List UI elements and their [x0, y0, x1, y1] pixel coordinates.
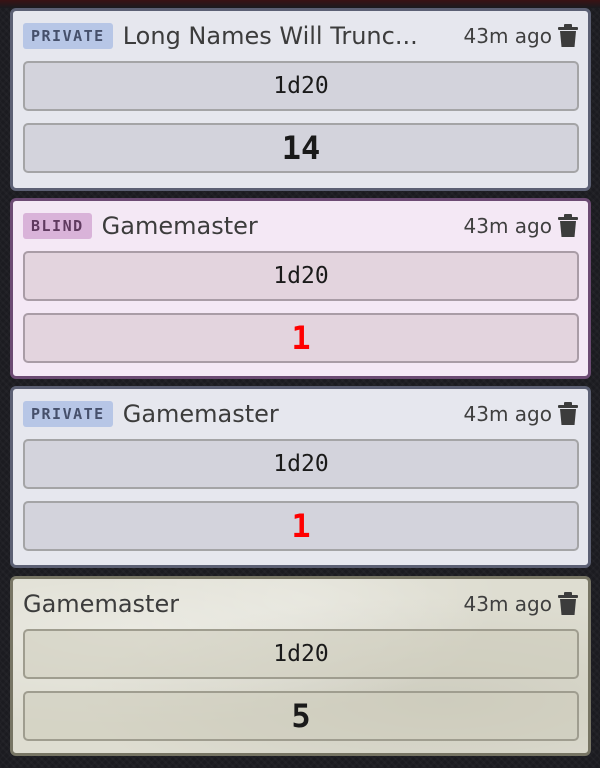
message-metadata: 43m ago	[464, 11, 578, 61]
dice-formula-text: 1d20	[273, 451, 329, 477]
dice-total-value: 14	[281, 129, 321, 167]
message-metadata: 43m ago	[464, 389, 578, 439]
dice-total[interactable]: 14	[23, 123, 579, 173]
dice-total[interactable]: 1	[23, 501, 579, 551]
dice-formula-text: 1d20	[273, 73, 329, 99]
message-timestamp: 43m ago	[463, 24, 552, 48]
dice-formula-text: 1d20	[273, 263, 329, 289]
dice-formula[interactable]: 1d20	[23, 629, 579, 679]
dice-total-value: 1	[291, 507, 311, 545]
dice-total-value: 1	[291, 319, 311, 357]
trash-icon[interactable]	[558, 402, 578, 426]
speaker-name: Gamemaster	[101, 212, 258, 240]
message-metadata: 43m ago	[464, 201, 578, 251]
trash-icon[interactable]	[558, 24, 578, 48]
dice-total-value: 5	[291, 697, 311, 735]
dice-formula-text: 1d20	[273, 641, 329, 667]
speaker-name: Gamemaster	[23, 590, 180, 618]
dice-total[interactable]: 5	[23, 691, 579, 741]
message-header: PRIVATE Long Names Will Trunc... 43m ago	[23, 11, 578, 61]
roll-mode-badge: BLIND	[23, 213, 92, 239]
message-timestamp: 43m ago	[463, 592, 552, 616]
chat-message-blind: BLIND Gamemaster 43m ago 1d20 1	[10, 198, 591, 379]
roll-mode-badge: PRIVATE	[23, 401, 113, 427]
roll-mode-badge: PRIVATE	[23, 23, 113, 49]
message-metadata: 43m ago	[464, 579, 578, 629]
dice-formula[interactable]: 1d20	[23, 439, 579, 489]
chat-message-private: PRIVATE Long Names Will Trunc... 43m ago…	[10, 8, 591, 191]
dice-formula[interactable]: 1d20	[23, 251, 579, 301]
trash-icon[interactable]	[558, 214, 578, 238]
message-header: BLIND Gamemaster 43m ago	[23, 201, 578, 251]
message-timestamp: 43m ago	[463, 402, 552, 426]
message-timestamp: 43m ago	[463, 214, 552, 238]
message-header: PRIVATE Gamemaster 43m ago	[23, 389, 578, 439]
speaker-name: Gamemaster	[122, 400, 279, 428]
message-header: Gamemaster 43m ago	[23, 579, 578, 629]
chat-log: PRIVATE Long Names Will Trunc... 43m ago…	[0, 0, 600, 768]
chat-message-private: PRIVATE Gamemaster 43m ago 1d20 1	[10, 386, 591, 568]
dice-total[interactable]: 1	[23, 313, 579, 363]
chat-message-public: Gamemaster 43m ago 1d20 5	[10, 576, 591, 756]
dice-formula[interactable]: 1d20	[23, 61, 579, 111]
trash-icon[interactable]	[558, 592, 578, 616]
top-strip	[0, 0, 600, 8]
speaker-name: Long Names Will Trunc...	[122, 22, 418, 50]
